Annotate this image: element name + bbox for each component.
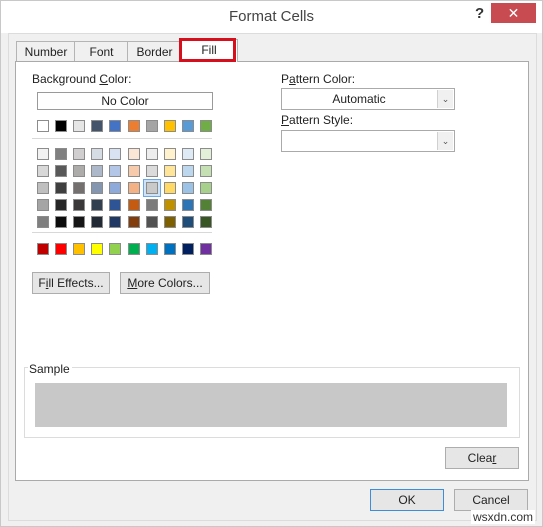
pattern-style-label: Pattern Style: xyxy=(281,113,354,127)
sample-preview xyxy=(35,383,507,427)
fill-panel: Background Color: No Color Fill Effects.… xyxy=(15,61,529,481)
tab-number[interactable]: Number xyxy=(16,41,76,62)
color-swatch[interactable] xyxy=(37,216,49,228)
color-swatch[interactable] xyxy=(109,120,121,132)
color-swatch[interactable] xyxy=(55,216,67,228)
standard-color-swatch[interactable] xyxy=(37,243,49,255)
palette-divider xyxy=(32,138,212,139)
color-swatch[interactable] xyxy=(73,199,85,211)
tab-fill[interactable]: Fill xyxy=(180,39,238,62)
pattern-color-label: Pattern Color: xyxy=(281,72,356,86)
color-swatch[interactable] xyxy=(164,148,176,160)
standard-color-swatch[interactable] xyxy=(128,243,140,255)
standard-color-swatch[interactable] xyxy=(182,243,194,255)
color-swatch[interactable] xyxy=(182,216,194,228)
color-swatch[interactable] xyxy=(73,216,85,228)
color-swatch[interactable] xyxy=(182,199,194,211)
color-swatch[interactable] xyxy=(164,182,176,194)
color-swatch[interactable] xyxy=(109,165,121,177)
color-swatch[interactable] xyxy=(55,165,67,177)
standard-color-swatch[interactable] xyxy=(146,243,158,255)
color-swatch[interactable] xyxy=(164,216,176,228)
color-swatch[interactable] xyxy=(146,165,158,177)
color-swatch[interactable] xyxy=(109,182,121,194)
color-swatch[interactable] xyxy=(200,182,212,194)
color-swatch[interactable] xyxy=(146,199,158,211)
color-swatch[interactable] xyxy=(55,182,67,194)
pattern-style-select[interactable]: ⌄ xyxy=(281,130,455,152)
ok-button[interactable]: OK xyxy=(370,489,444,511)
color-swatch[interactable] xyxy=(128,120,140,132)
color-swatch[interactable] xyxy=(200,148,212,160)
color-swatch[interactable] xyxy=(37,148,49,160)
standard-color-swatch[interactable] xyxy=(73,243,85,255)
cancel-button[interactable]: Cancel xyxy=(454,489,528,511)
color-swatch[interactable] xyxy=(128,199,140,211)
title-bar[interactable]: Format Cells ? ✕ xyxy=(1,1,542,33)
color-swatch[interactable] xyxy=(146,120,158,132)
palette-divider xyxy=(32,232,212,233)
close-icon: ✕ xyxy=(507,5,520,21)
color-swatch[interactable] xyxy=(182,182,194,194)
color-swatch[interactable] xyxy=(73,165,85,177)
standard-color-swatch[interactable] xyxy=(164,243,176,255)
color-swatch[interactable] xyxy=(146,216,158,228)
format-cells-dialog: Format Cells ? ✕ Number Font Border Fill… xyxy=(0,0,543,527)
color-swatch[interactable] xyxy=(91,120,103,132)
chevron-down-icon[interactable]: ⌄ xyxy=(437,132,453,150)
close-button[interactable]: ✕ xyxy=(491,3,536,23)
color-swatch[interactable] xyxy=(37,182,49,194)
background-color-label: Background Color: xyxy=(32,72,132,86)
color-swatch[interactable] xyxy=(109,199,121,211)
color-swatch[interactable] xyxy=(128,182,140,194)
color-swatch[interactable] xyxy=(128,165,140,177)
color-swatch[interactable] xyxy=(37,120,49,132)
watermark: wsxdn.com xyxy=(471,510,536,524)
fill-effects-button[interactable]: Fill Effects... xyxy=(32,272,110,294)
color-swatch[interactable] xyxy=(55,199,67,211)
more-colors-button[interactable]: More Colors... xyxy=(120,272,210,294)
color-swatch[interactable] xyxy=(128,148,140,160)
color-swatch[interactable] xyxy=(91,165,103,177)
color-swatch[interactable] xyxy=(164,199,176,211)
color-swatch[interactable] xyxy=(164,120,176,132)
color-swatch[interactable] xyxy=(128,216,140,228)
no-color-button[interactable]: No Color xyxy=(37,92,213,110)
color-swatch[interactable] xyxy=(200,199,212,211)
color-swatch[interactable] xyxy=(91,148,103,160)
color-swatch[interactable] xyxy=(73,148,85,160)
tab-font[interactable]: Font xyxy=(74,41,129,62)
pattern-color-select[interactable]: Automatic ⌄ xyxy=(281,88,455,110)
color-swatch[interactable] xyxy=(91,216,103,228)
chevron-down-icon[interactable]: ⌄ xyxy=(437,90,453,108)
color-swatch[interactable] xyxy=(37,199,49,211)
color-swatch[interactable] xyxy=(73,182,85,194)
sample-label: Sample xyxy=(28,362,72,376)
color-swatch[interactable] xyxy=(109,216,121,228)
color-swatch[interactable] xyxy=(55,120,67,132)
tab-border[interactable]: Border xyxy=(127,41,182,62)
color-swatch[interactable] xyxy=(164,165,176,177)
color-swatch[interactable] xyxy=(200,165,212,177)
color-swatch[interactable] xyxy=(55,148,67,160)
color-swatch[interactable] xyxy=(91,182,103,194)
color-swatch[interactable] xyxy=(73,120,85,132)
color-swatch[interactable] xyxy=(182,165,194,177)
help-icon[interactable]: ? xyxy=(475,5,484,22)
clear-button[interactable]: Clear xyxy=(445,447,519,469)
standard-color-swatch[interactable] xyxy=(91,243,103,255)
standard-color-swatch[interactable] xyxy=(55,243,67,255)
color-swatch[interactable] xyxy=(182,120,194,132)
standard-color-swatch[interactable] xyxy=(109,243,121,255)
color-swatch[interactable] xyxy=(91,199,103,211)
color-swatch[interactable] xyxy=(182,148,194,160)
color-swatch[interactable] xyxy=(37,165,49,177)
color-swatch[interactable] xyxy=(200,120,212,132)
color-swatch[interactable] xyxy=(200,216,212,228)
color-swatch[interactable] xyxy=(109,148,121,160)
color-swatch[interactable] xyxy=(146,148,158,160)
standard-color-swatch[interactable] xyxy=(200,243,212,255)
color-swatch[interactable] xyxy=(146,182,158,194)
dialog-title: Format Cells xyxy=(228,8,314,25)
